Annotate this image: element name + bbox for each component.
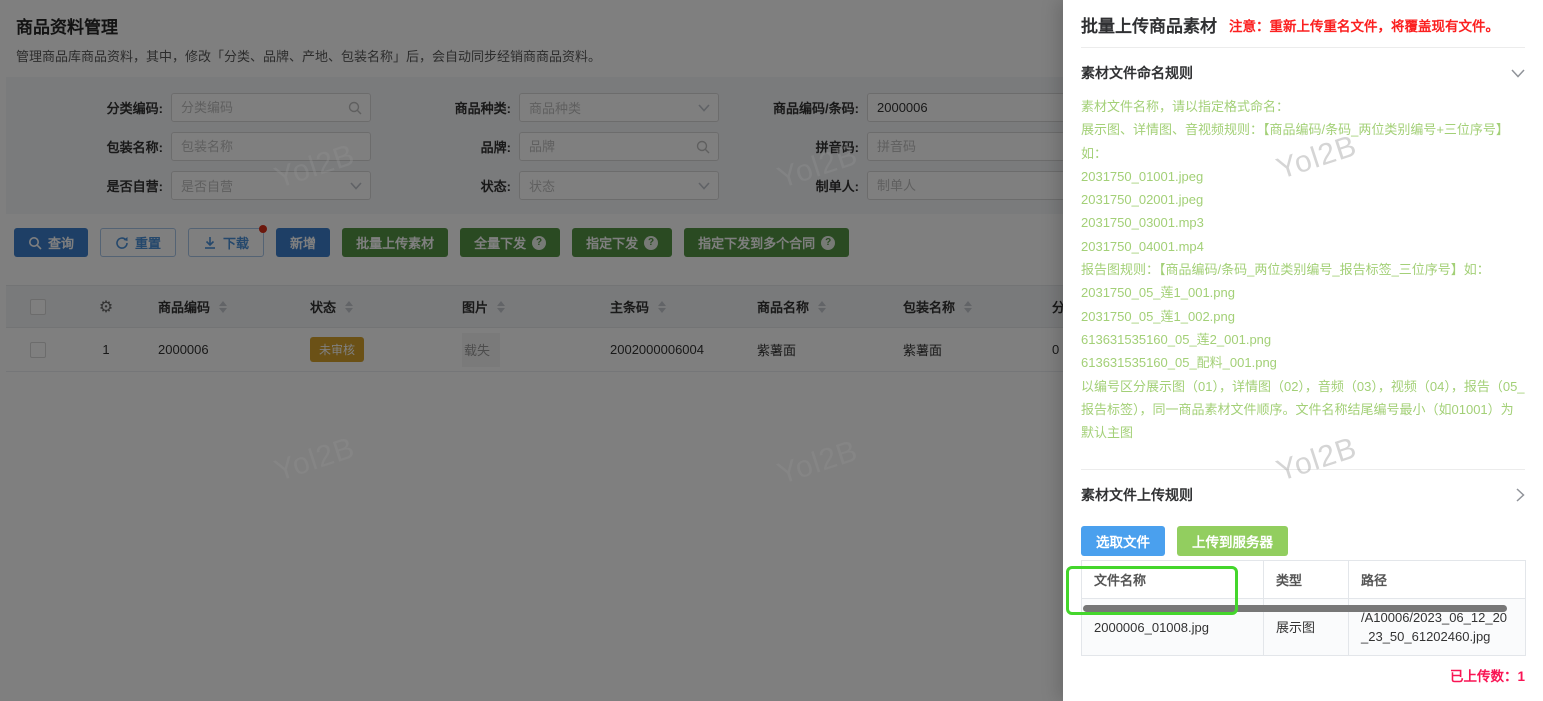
file-table-header: 文件名称 类型 路径 [1081, 560, 1526, 600]
pick-files-button[interactable]: 选取文件 [1081, 526, 1165, 557]
drawer-title: 批量上传商品素材 [1081, 17, 1217, 36]
horizontal-scrollbar[interactable] [1083, 605, 1507, 612]
file-name-column: 文件名称 [1081, 560, 1264, 600]
upload-to-server-button[interactable]: 上传到服务器 [1177, 526, 1288, 557]
chevron-down-icon [1511, 68, 1525, 78]
uploaded-count: 已上传数：1 [1449, 669, 1525, 685]
upload-buttons: 选取文件 上传到服务器 [1081, 526, 1525, 557]
file-path-column: 路径 [1348, 560, 1526, 600]
naming-rules-section-header[interactable]: 素材文件命名规则 [1081, 48, 1525, 89]
file-type-column: 类型 [1263, 560, 1349, 600]
drawer-notice: 注意：重新上传重名文件，将覆盖现有文件。 [1229, 18, 1499, 34]
upload-rules-section-header[interactable]: 素材文件上传规则 [1081, 470, 1525, 511]
chevron-right-icon [1516, 488, 1525, 503]
drawer-header: 批量上传商品素材 注意：重新上传重名文件，将覆盖现有文件。 [1081, 0, 1525, 48]
batch-upload-drawer: 批量上传商品素材 注意：重新上传重名文件，将覆盖现有文件。 素材文件命名规则 素… [1063, 0, 1543, 701]
naming-rules-text: 素材文件名称，请以指定格式命名： 展示图、详情图、音视频规则：【商品编码/条码_… [1081, 99, 1525, 441]
